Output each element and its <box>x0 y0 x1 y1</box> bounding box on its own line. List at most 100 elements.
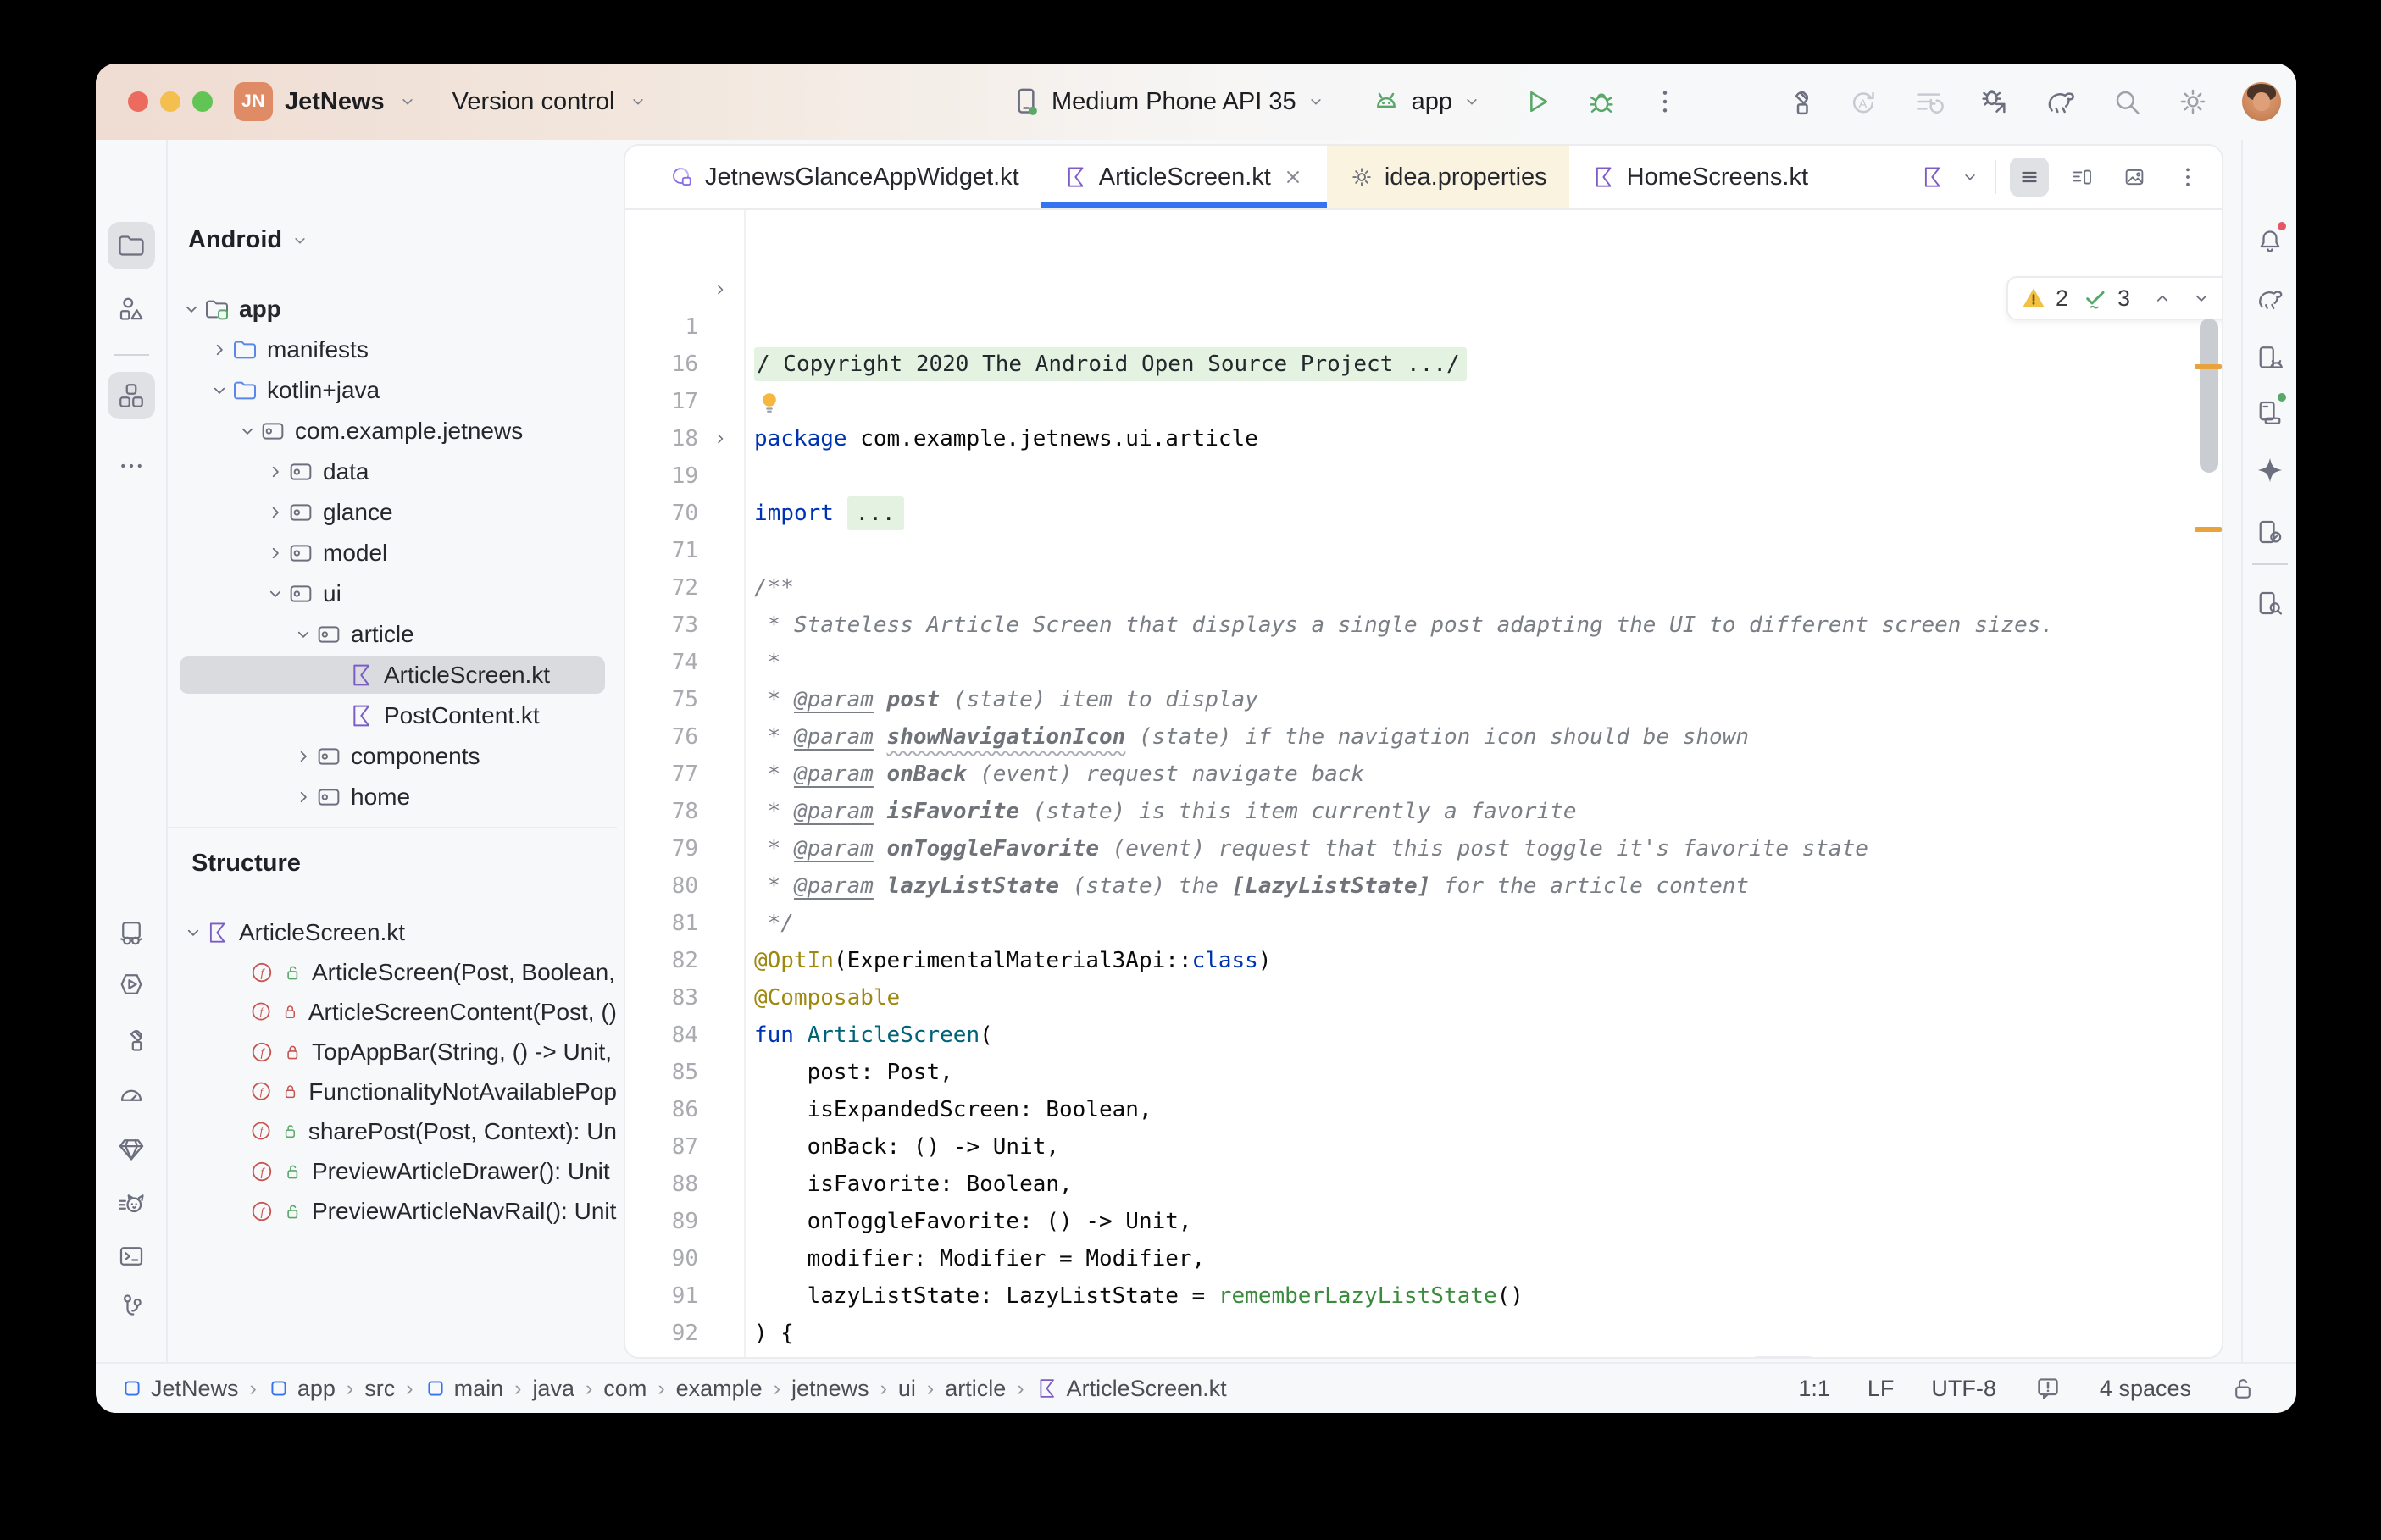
kotlin-icon[interactable] <box>1920 164 1945 190</box>
chev-down-icon[interactable] <box>264 582 287 606</box>
close-window-button[interactable] <box>128 91 148 112</box>
tree-item-manifests[interactable]: manifests <box>168 330 617 370</box>
tree-item-data[interactable]: data <box>168 451 617 492</box>
breadcrumb-item[interactable]: ArticleScreen.kt <box>1035 1376 1227 1402</box>
tree-item-app[interactable]: app <box>168 289 617 330</box>
breadcrumb-item[interactable]: java <box>532 1376 574 1402</box>
settings-button[interactable] <box>2176 85 2210 119</box>
build-button[interactable] <box>108 1016 155 1063</box>
chev-down-icon[interactable] <box>236 419 259 443</box>
device-streaming-button[interactable] <box>108 910 155 957</box>
fold-toggle-icon[interactable] <box>710 420 730 457</box>
chev-right-icon[interactable] <box>264 501 287 524</box>
split-view-button[interactable] <box>2062 158 2101 197</box>
chev-down-icon[interactable] <box>208 379 231 402</box>
unlocked-icon[interactable] <box>2228 1374 2257 1403</box>
tab-ArticleScreen.kt[interactable]: ArticleScreen.kt <box>1041 146 1327 208</box>
breadcrumb-item[interactable]: JetNews <box>121 1376 239 1402</box>
tree-item-PostContent.kt[interactable]: PostContent.kt <box>168 695 617 736</box>
more-actions-button[interactable] <box>1649 86 1681 118</box>
tab-JetnewsGlanceAppWidget.kt[interactable]: JetnewsGlanceAppWidget.kt <box>647 146 1041 208</box>
chev-right-icon[interactable] <box>291 826 315 827</box>
device-selector[interactable]: Medium Phone API 35 <box>1052 88 1296 116</box>
breadcrumb-item[interactable]: com <box>603 1376 647 1402</box>
device-manager-button[interactable] <box>2246 335 2294 382</box>
chev-right-icon[interactable] <box>291 745 315 768</box>
chev-down-icon[interactable] <box>291 623 315 646</box>
gemini-button[interactable] <box>2246 446 2294 494</box>
run-button[interactable] <box>1520 85 1554 119</box>
tab-options-icon[interactable] <box>2174 163 2201 191</box>
highlighting-level-icon[interactable] <box>2034 1374 2062 1403</box>
debug-button[interactable] <box>1585 85 1618 119</box>
tree-item-components[interactable]: components <box>168 736 617 777</box>
breadcrumb-item[interactable]: jetnews <box>791 1376 869 1402</box>
more-tool-windows-button[interactable] <box>108 442 155 490</box>
run-config-selector[interactable]: app <box>1412 88 1452 116</box>
indent-setting[interactable]: 4 spaces <box>2100 1376 2191 1402</box>
tree-item-ui[interactable]: ui <box>168 573 617 614</box>
running-devices-button[interactable] <box>2246 389 2294 436</box>
breadcrumb-item[interactable]: app <box>268 1376 336 1402</box>
profiler-button[interactable] <box>108 1072 155 1119</box>
editor-view-button[interactable] <box>2010 158 2049 197</box>
design-view-button[interactable] <box>2115 158 2154 197</box>
gradle-sync-button[interactable] <box>2044 85 2078 119</box>
inspections-widget[interactable]: 2 3 <box>2006 276 2223 320</box>
structure-item[interactable]: f FunctionalityNotAvailablePop <box>168 1072 617 1111</box>
version-control-button[interactable] <box>108 1282 155 1330</box>
tree-item-kotlin+java[interactable]: kotlin+java <box>168 370 617 411</box>
tree-item-ArticleScreen.kt[interactable]: ArticleScreen.kt <box>168 655 617 695</box>
breadcrumb-item[interactable]: main <box>425 1376 504 1402</box>
zoom-window-button[interactable] <box>192 91 213 112</box>
tree-item-home[interactable]: home <box>168 777 617 817</box>
sync-project-button[interactable] <box>1912 85 1945 119</box>
structure-item[interactable]: f PreviewArticleDrawer(): Unit <box>168 1151 617 1191</box>
breadcrumb-item[interactable]: article <box>945 1376 1006 1402</box>
editor-scrollbar[interactable] <box>2200 319 2218 473</box>
line-ending[interactable]: LF <box>1868 1376 1895 1402</box>
gradle-button[interactable] <box>2246 275 2294 323</box>
caret-position[interactable]: 1:1 <box>1798 1376 1830 1402</box>
tree-item-model[interactable]: model <box>168 533 617 573</box>
chev-down-icon[interactable] <box>180 297 203 321</box>
attach-debugger-button[interactable] <box>1978 85 2012 119</box>
device-explorer-button[interactable] <box>2246 579 2294 627</box>
tree-item-glance[interactable]: glance <box>168 492 617 533</box>
next-problem-button[interactable] <box>2190 286 2213 310</box>
tree-item-com.example.jetnews[interactable]: com.example.jetnews <box>168 411 617 451</box>
chev-right-icon[interactable] <box>264 460 287 484</box>
resource-manager-button[interactable] <box>108 285 155 333</box>
prev-problem-button[interactable] <box>2151 286 2174 310</box>
vcs-menu[interactable]: Version control <box>452 88 615 116</box>
avatar[interactable] <box>2242 82 2281 121</box>
build-button[interactable] <box>1779 85 1813 119</box>
notifications-button[interactable] <box>2246 218 2294 265</box>
project-view-selector[interactable]: Android <box>188 226 311 254</box>
breadcrumb-item[interactable]: example <box>676 1376 763 1402</box>
tree-item-article[interactable]: article <box>168 614 617 655</box>
tab-idea.properties[interactable]: idea.properties <box>1327 146 1569 208</box>
file-encoding[interactable]: UTF-8 <box>1931 1376 1996 1402</box>
structure-item[interactable]: f sharePost(Post, Context): Un <box>168 1111 617 1151</box>
breadcrumb-item[interactable]: src <box>364 1376 395 1402</box>
structure-item[interactable]: f PreviewArticleNavRail(): Unit <box>168 1191 617 1231</box>
tree-item-partial[interactable] <box>168 817 617 827</box>
logcat-button[interactable] <box>108 1179 155 1227</box>
chev-right-icon[interactable] <box>208 338 231 362</box>
chev-down-icon[interactable] <box>181 921 205 944</box>
project-name-menu[interactable]: JetNews <box>285 88 385 116</box>
structure-root[interactable]: ArticleScreen.kt <box>168 912 617 952</box>
project-button[interactable] <box>108 222 155 269</box>
fold-toggle-icon[interactable] <box>710 271 730 308</box>
chev-down-icon[interactable] <box>1959 166 1981 188</box>
structure-item[interactable]: f ArticleScreenContent(Post, () <box>168 992 617 1032</box>
apply-changes-button[interactable]: A <box>1845 85 1879 119</box>
chev-right-icon[interactable] <box>264 541 287 565</box>
minimize-window-button[interactable] <box>160 91 180 112</box>
close-icon[interactable] <box>1281 165 1305 189</box>
structure-item[interactable]: f ArticleScreen(Post, Boolean, <box>168 952 617 992</box>
chev-right-icon[interactable] <box>291 785 315 809</box>
structure-button[interactable] <box>108 372 155 419</box>
breadcrumb-item[interactable]: ui <box>898 1376 916 1402</box>
